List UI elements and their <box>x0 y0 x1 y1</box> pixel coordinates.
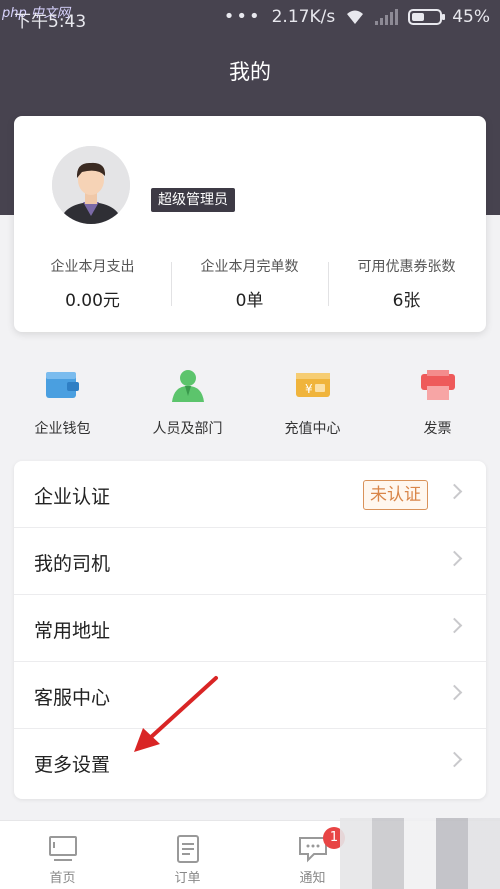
stat-value: 0单 <box>235 291 264 311</box>
stat-label: 企业本月完单数 <box>200 259 299 275</box>
profile-card: 超级管理员 企业本月支出 0.00元 企业本月完单数 0单 可用优惠券张数 6张 <box>14 116 486 332</box>
status-badge: 未认证 <box>363 480 428 510</box>
stats-row: 企业本月支出 0.00元 企业本月完单数 0单 可用优惠券张数 6张 <box>14 256 486 311</box>
quick-entries: 企业钱包 人员及部门 ¥ 充值中心 发票 <box>0 368 500 438</box>
quick-entry-recharge[interactable]: ¥ 充值中心 <box>250 368 375 438</box>
svg-text:¥: ¥ <box>305 382 313 396</box>
battery-icon <box>408 8 446 25</box>
people-icon <box>168 368 208 402</box>
stat-label: 可用优惠券张数 <box>357 259 456 275</box>
status-bar: php 中文网 下午5:43 ••• 2.17K/s 45% <box>0 0 500 36</box>
wallet-icon <box>43 368 83 402</box>
menu-item-label: 我的司机 <box>34 553 111 575</box>
quick-entry-label: 人员及部门 <box>152 421 223 437</box>
tab-label: 首页 <box>49 871 76 886</box>
stat-monthly-orders[interactable]: 企业本月完单数 0单 <box>171 256 328 311</box>
quick-entry-label: 发票 <box>423 421 452 437</box>
network-speed: 2.17K/s <box>271 6 336 27</box>
page-title: 我的 <box>229 60 271 84</box>
stat-value: 0.00元 <box>65 291 120 311</box>
stat-value: 6张 <box>392 291 421 311</box>
home-screen-icon <box>48 835 78 863</box>
menu-item-label: 更多设置 <box>34 754 111 776</box>
role-badge: 超级管理员 <box>151 188 235 212</box>
menu-item-my-drivers[interactable]: 我的司机 <box>14 528 486 595</box>
quick-entry-people[interactable]: 人员及部门 <box>125 368 250 438</box>
order-icon <box>173 835 203 863</box>
menu-item-enterprise-verify[interactable]: 企业认证 未认证 <box>14 461 486 528</box>
chevron-right-icon <box>446 751 463 768</box>
battery-percent: 45% <box>452 6 490 27</box>
menu-item-label: 企业认证 <box>34 486 111 508</box>
stat-coupons[interactable]: 可用优惠券张数 6张 <box>328 256 485 311</box>
avatar[interactable] <box>52 146 130 224</box>
status-time: 下午5:43 <box>14 12 87 32</box>
pixelated-region <box>340 818 500 889</box>
menu-item-label: 客服中心 <box>34 687 111 709</box>
invoice-icon <box>418 368 458 402</box>
wifi-icon <box>345 9 365 25</box>
more-dots-icon: ••• <box>223 6 262 27</box>
chevron-right-icon <box>446 684 463 701</box>
tab-orders[interactable]: 订单 <box>125 821 250 889</box>
status-right: ••• 2.17K/s 45% <box>224 6 490 27</box>
menu-item-addresses[interactable]: 常用地址 <box>14 595 486 662</box>
quick-entry-label: 充值中心 <box>284 421 341 437</box>
stat-label: 企业本月支出 <box>50 259 135 275</box>
signal-icon <box>375 8 399 25</box>
tab-home[interactable]: 首页 <box>0 821 125 889</box>
chevron-right-icon <box>446 550 463 567</box>
quick-entry-invoice[interactable]: 发票 <box>375 368 500 438</box>
quick-entry-wallet[interactable]: 企业钱包 <box>0 368 125 438</box>
settings-menu: 企业认证 未认证 我的司机 常用地址 客服中心 更多设置 <box>14 461 486 799</box>
chevron-right-icon <box>446 617 463 634</box>
tab-label: 订单 <box>174 871 201 886</box>
recharge-icon: ¥ <box>293 368 333 402</box>
chevron-right-icon <box>446 483 463 500</box>
menu-item-more-settings[interactable]: 更多设置 <box>14 729 486 796</box>
quick-entry-label: 企业钱包 <box>34 421 91 437</box>
menu-item-customer-service[interactable]: 客服中心 <box>14 662 486 729</box>
stat-monthly-expense[interactable]: 企业本月支出 0.00元 <box>14 256 171 311</box>
menu-item-label: 常用地址 <box>34 620 111 642</box>
